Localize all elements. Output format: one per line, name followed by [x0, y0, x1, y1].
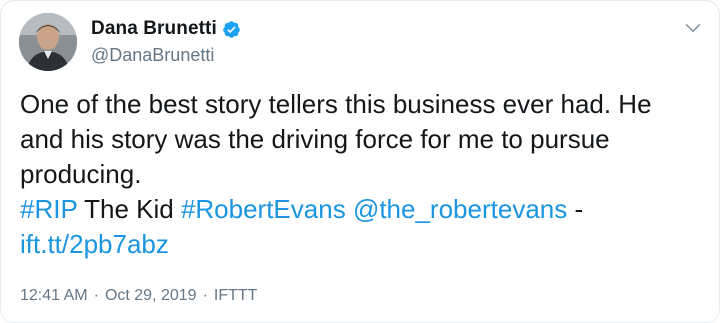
- hashtag-robertevans[interactable]: #RobertEvans: [181, 194, 346, 224]
- tweet-card: Dana Brunetti @DanaBrunetti One of the b…: [0, 0, 720, 323]
- tweet-meta: 12:41 AM · Oct 29, 2019 · IFTTT: [20, 287, 257, 305]
- author-name-row: Dana Brunetti: [91, 18, 241, 40]
- author-name[interactable]: Dana Brunetti: [91, 18, 217, 40]
- author-handle[interactable]: @DanaBrunetti: [91, 45, 214, 66]
- tweet-source[interactable]: IFTTT: [214, 287, 258, 305]
- tweet-link[interactable]: ift.tt/2pb7abz: [20, 229, 169, 259]
- avatar-image: [19, 13, 77, 71]
- tweet-text-the-kid: The Kid: [77, 194, 181, 224]
- tweet-date[interactable]: Oct 29, 2019: [105, 287, 197, 305]
- tweet-text-line-5: ift.tt/2pb7abz: [20, 227, 710, 262]
- tweet-text-line-2: and his story was the driving force for …: [20, 124, 610, 154]
- mention-the-robertevans[interactable]: @the_robertevans: [353, 194, 567, 224]
- meta-separator: ·: [202, 287, 208, 304]
- meta-separator: ·: [93, 287, 99, 304]
- hashtag-rip[interactable]: #RIP: [20, 194, 77, 224]
- tweet-time[interactable]: 12:41 AM: [20, 287, 88, 305]
- avatar[interactable]: [19, 13, 77, 71]
- tweet-text-dash: -: [567, 194, 584, 224]
- tweet-text-space: [346, 194, 353, 224]
- tweet-text: One of the best story tellers this busin…: [20, 87, 710, 262]
- tweet-text-line-1: One of the best story tellers this busin…: [20, 89, 652, 119]
- verified-badge-icon: [222, 20, 241, 39]
- tweet-text-line-3: producing.: [20, 159, 142, 189]
- chevron-down-icon[interactable]: [682, 17, 704, 39]
- tweet-text-line-4: #RIP The Kid #RobertEvans @the_roberteva…: [20, 192, 710, 227]
